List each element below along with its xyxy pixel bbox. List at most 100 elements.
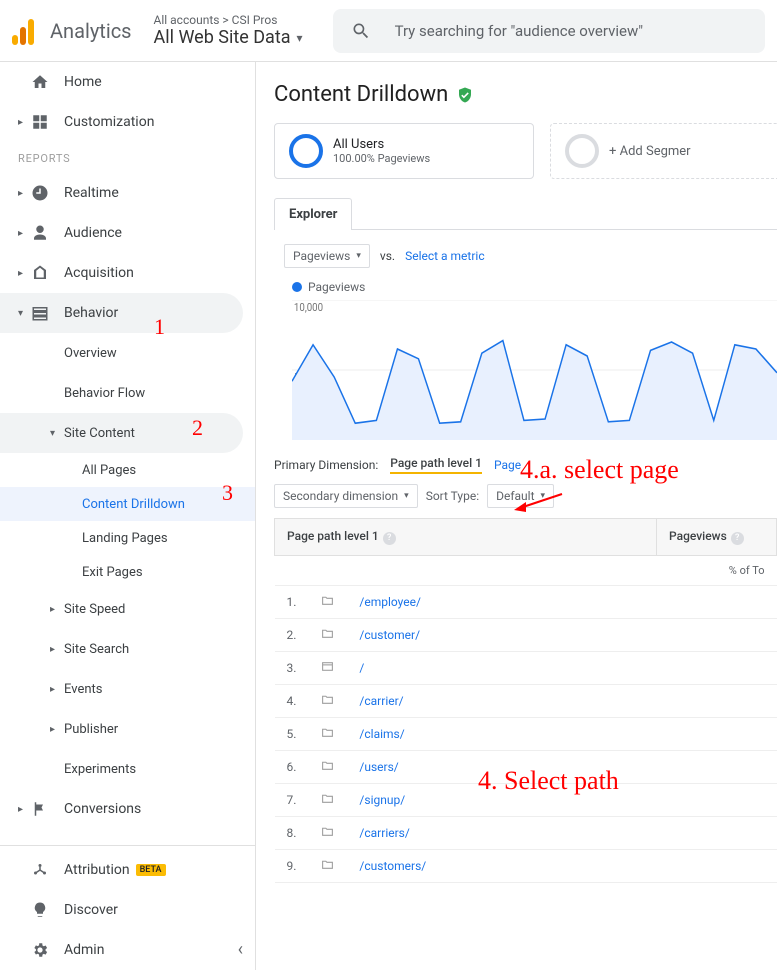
sort-type-label: Sort Type:: [426, 489, 479, 503]
row-path[interactable]: /claims/: [347, 718, 656, 751]
folder-icon: [308, 718, 347, 751]
sidebar-item-audience[interactable]: ▸ Audience: [0, 213, 255, 253]
tab-row: Explorer: [274, 197, 777, 230]
legend-dot-icon: [292, 282, 302, 292]
person-icon: [30, 223, 50, 243]
help-icon[interactable]: ?: [731, 532, 744, 545]
folder-icon: [308, 751, 347, 784]
dim-page-link[interactable]: Page: [494, 458, 521, 472]
add-segment-button[interactable]: + Add Segmer: [550, 123, 777, 179]
table-row[interactable]: 2. /customer/: [275, 619, 777, 652]
table-row[interactable]: 1. /employee/: [275, 586, 777, 619]
sidebar-item-home[interactable]: Home: [0, 62, 255, 102]
analytics-logo-icon: [12, 17, 40, 45]
sidebar-sub2-exit-pages[interactable]: Exit Pages: [0, 555, 255, 589]
sidebar-item-admin[interactable]: Admin: [0, 930, 255, 970]
row-path[interactable]: /customers/: [347, 850, 656, 883]
svg-text:10,000: 10,000: [294, 300, 323, 314]
sort-type-selector[interactable]: Default: [487, 484, 554, 508]
table-row[interactable]: 9. /customers/: [275, 850, 777, 883]
folder-icon: [308, 784, 347, 817]
table-row[interactable]: 3. /: [275, 652, 777, 685]
help-icon[interactable]: ?: [383, 532, 396, 545]
row-path[interactable]: /carriers/: [347, 817, 656, 850]
reports-header: REPORTS: [0, 142, 255, 173]
attribution-icon: [30, 860, 50, 880]
search-icon: [351, 21, 371, 41]
col-pageviews[interactable]: Pageviews?: [657, 519, 777, 556]
beta-badge: BETA: [136, 864, 166, 876]
pageviews-chart: 5,00010,000: [274, 300, 777, 440]
behavior-icon: [30, 303, 50, 323]
clock-icon: [30, 183, 50, 203]
tab-explorer[interactable]: Explorer: [274, 198, 352, 230]
row-path[interactable]: /signup/: [347, 784, 656, 817]
shield-check-icon: [456, 86, 474, 104]
row-index: 9.: [275, 850, 309, 883]
sidebar-item-realtime[interactable]: ▸ Realtime: [0, 173, 255, 213]
lightbulb-icon: [30, 900, 50, 920]
row-path[interactable]: /employee/: [347, 586, 656, 619]
row-index: 7.: [275, 784, 309, 817]
secondary-dimension-selector[interactable]: Secondary dimension: [274, 484, 418, 508]
segment-circle-icon: [565, 134, 599, 168]
folder-icon: [308, 850, 347, 883]
table-row[interactable]: 5. /claims/: [275, 718, 777, 751]
sidebar-sub-behavior-flow[interactable]: Behavior Flow: [0, 373, 255, 413]
row-path[interactable]: /customer/: [347, 619, 656, 652]
page-icon: [308, 652, 347, 685]
sidebar-item-behavior[interactable]: ▾ Behavior: [0, 293, 243, 333]
folder-icon: [308, 619, 347, 652]
dim-page-path-level-1[interactable]: Page path level 1: [390, 456, 482, 474]
gear-icon: [30, 940, 50, 960]
sidebar: Home ▸ Customization REPORTS ▸ Realtime …: [0, 62, 256, 970]
search-input[interactable]: Try searching for "audience overview": [333, 9, 765, 53]
row-index: 3.: [275, 652, 309, 685]
row-index: 2.: [275, 619, 309, 652]
sidebar-sub2-landing-pages[interactable]: Landing Pages: [0, 521, 255, 555]
breadcrumb[interactable]: All accounts > CSI Pros: [154, 13, 303, 27]
product-title: Analytics: [50, 19, 132, 43]
chart-legend: Pageviews: [274, 276, 777, 300]
main-content: Content Drilldown All Users 100.00% Page…: [256, 62, 777, 970]
sidebar-sub-site-search[interactable]: ▸Site Search: [0, 629, 255, 669]
select-metric-link[interactable]: Select a metric: [405, 249, 485, 263]
row-path[interactable]: /: [347, 652, 656, 685]
sidebar-sub-publisher[interactable]: ▸Publisher: [0, 709, 255, 749]
flag-icon: [30, 799, 50, 819]
sidebar-item-acquisition[interactable]: ▸ Acquisition: [0, 253, 255, 293]
sidebar-sub-events[interactable]: ▸Events: [0, 669, 255, 709]
table-row[interactable]: 6./users/: [275, 751, 777, 784]
sidebar-sub-experiments[interactable]: Experiments: [0, 749, 255, 789]
customization-icon: [30, 112, 50, 132]
page-title: Content Drilldown: [274, 82, 777, 107]
sidebar-sub2-content-drilldown[interactable]: Content Drilldown: [0, 487, 255, 521]
col-page-path[interactable]: Page path level 1?: [275, 519, 657, 556]
metric-selector[interactable]: Pageviews: [284, 244, 370, 268]
row-path[interactable]: /carrier/: [347, 685, 656, 718]
app-header: Analytics All accounts > CSI Pros All We…: [0, 0, 777, 62]
segment-all-users[interactable]: All Users 100.00% Pageviews: [274, 123, 534, 179]
table-row[interactable]: 4. /carrier/: [275, 685, 777, 718]
row-index: 5.: [275, 718, 309, 751]
sidebar-item-conversions[interactable]: ▸ Conversions: [0, 789, 255, 829]
vs-label: vs.: [380, 249, 395, 263]
sidebar-sub-site-content[interactable]: ▾Site Content: [0, 413, 243, 453]
sidebar-sub-overview[interactable]: Overview: [0, 333, 255, 373]
table-row[interactable]: 7. /signup/: [275, 784, 777, 817]
row-path[interactable]: /users/: [347, 751, 656, 784]
collapse-sidebar-icon[interactable]: ‹: [238, 939, 243, 960]
row-index: 1.: [275, 586, 309, 619]
sidebar-item-discover[interactable]: Discover: [0, 890, 255, 930]
view-selector[interactable]: All Web Site Data: [154, 27, 303, 48]
row-index: 8.: [275, 817, 309, 850]
row-index: 4.: [275, 685, 309, 718]
sidebar-item-attribution[interactable]: AttributionBETA: [0, 850, 255, 890]
home-icon: [30, 72, 50, 92]
sidebar-item-customization[interactable]: ▸ Customization: [0, 102, 255, 142]
table-row[interactable]: 8. /carriers/: [275, 817, 777, 850]
sidebar-sub-site-speed[interactable]: ▸Site Speed: [0, 589, 255, 629]
folder-icon: [308, 586, 347, 619]
summary-row: % of To: [275, 556, 777, 586]
sidebar-sub2-all-pages[interactable]: All Pages: [0, 453, 255, 487]
